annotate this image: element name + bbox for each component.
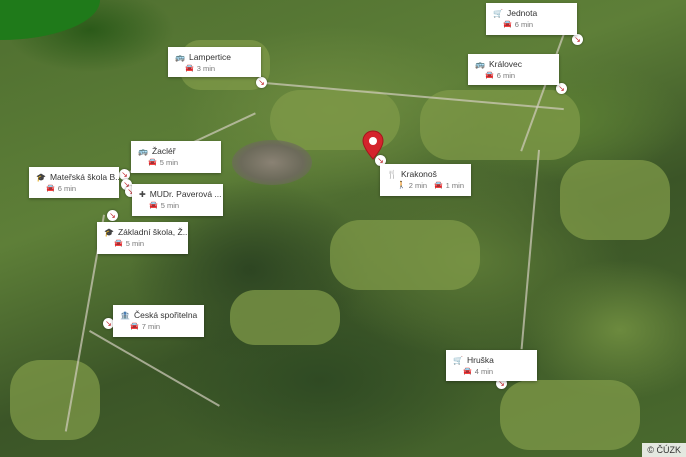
shopping-cart-icon: 🛒 [453,355,463,365]
school-icon: 🎓 [36,172,46,182]
place-walk-time: 2 min [408,181,428,190]
place-time: 5 min [159,158,179,167]
place-time: 6 min [57,184,77,193]
car-icon: 🚘 [46,184,55,192]
car-icon: 🚘 [148,158,157,166]
location-pin-icon[interactable] [362,130,384,160]
field-area [500,380,640,450]
quarry-area [232,140,312,185]
field-area [560,160,670,240]
bank-icon: 🏦 [120,310,130,320]
place-title: Mateřská škola B... [49,172,119,182]
place-time: 5 min [160,201,180,210]
place-title: MUDr. Paverová ... [149,189,222,199]
walk-icon: 🚶 [397,181,406,189]
place-card-sporitelna[interactable]: 🏦 Česká spořitelna 🚘 7 min [113,305,204,337]
car-icon: 🚘 [114,239,123,247]
marker-zakladni[interactable]: ↘ [107,210,118,221]
place-time: 6 min [514,20,534,29]
map-attribution[interactable]: © ČÚZK [642,443,686,457]
bus-icon: 🚌 [475,59,485,69]
field-area [230,290,340,345]
marker-jednota[interactable]: ↘ [572,34,583,45]
place-card-materska[interactable]: 🎓 Mateřská škola B... 🚘 6 min [29,167,119,198]
place-card-kralovec[interactable]: 🚌 Královec 🚘 6 min [468,54,559,85]
medical-icon: ✚ [139,189,146,199]
bus-icon: 🚌 [138,146,148,156]
place-title: Hruška [466,355,494,365]
field-area [330,220,480,290]
place-title: Lampertice [188,52,232,62]
place-time: 6 min [496,71,516,80]
car-icon: 🚘 [485,71,494,79]
road [520,149,540,350]
place-time: 5 min [125,239,145,248]
car-icon: 🚘 [433,181,443,189]
school-icon: 🎓 [104,227,114,237]
field-area [10,360,100,440]
car-icon: 🚘 [149,201,158,209]
car-icon: 🚘 [185,64,194,72]
bus-icon: 🚌 [175,52,185,62]
place-title: Žacléř [151,146,176,156]
place-card-krakonos[interactable]: 🍴 Krakonoš 🚶 2 min 🚘 1 min [380,164,471,196]
place-title: Královec [488,59,523,69]
place-card-zacler[interactable]: 🚌 Žacléř 🚘 5 min [131,141,221,173]
restaurant-icon: 🍴 [387,169,397,179]
car-icon: 🚘 [503,20,512,28]
car-icon: 🚘 [463,367,472,375]
place-title: Krakonoš [400,169,437,179]
marker-lampertice[interactable]: ↘ [256,77,267,88]
car-icon: 🚘 [130,322,139,330]
road [89,330,220,407]
place-time: 3 min [196,64,216,73]
place-card-mudr[interactable]: ✚ MUDr. Paverová ... 🚘 5 min [132,184,223,216]
place-time: 7 min [141,322,161,331]
place-time: 4 min [474,367,494,376]
place-card-jednota[interactable]: 🛒 Jednota 🚘 6 min [486,3,577,35]
place-title: Jednota [506,8,538,18]
place-car-time: 1 min [445,181,464,190]
place-card-zakladni[interactable]: 🎓 Základní škola, Ž... 🚘 5 min [97,222,188,254]
field-area [420,90,580,160]
place-title: Základní škola, Ž... [117,227,188,237]
place-title: Česká spořitelna [133,310,198,320]
forest-area [0,0,100,40]
place-card-hruska[interactable]: 🛒 Hruška 🚘 4 min [446,350,537,381]
place-card-lampertice[interactable]: 🚌 Lampertice 🚘 3 min [168,47,261,77]
shopping-cart-icon: 🛒 [493,8,503,18]
